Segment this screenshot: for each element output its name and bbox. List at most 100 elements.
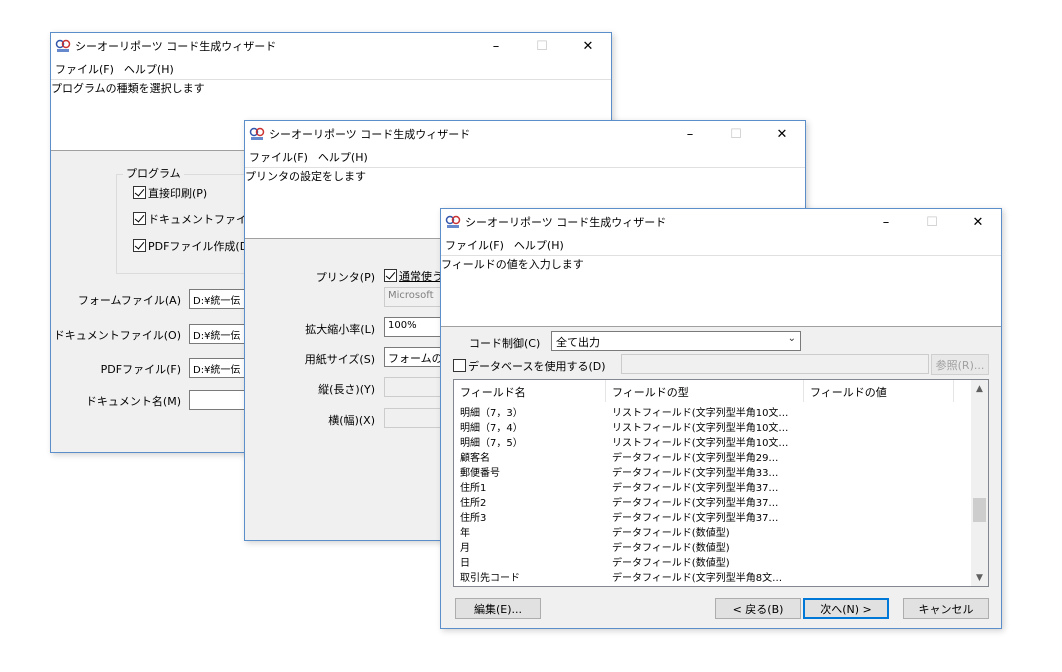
scroll-down-icon[interactable]: ▼ bbox=[971, 569, 988, 586]
maximize-button[interactable]: ☐ bbox=[713, 121, 759, 147]
list-header: フィールド名 フィールドの型 フィールドの値 bbox=[454, 380, 974, 402]
minimize-button[interactable]: – bbox=[473, 33, 519, 59]
menu-help[interactable]: ヘルプ(H) bbox=[318, 149, 368, 165]
list-item[interactable]: 月 データフィールド(数値型) bbox=[454, 539, 954, 554]
window-title: シーオーリポーツ コード生成ウィザード bbox=[75, 40, 277, 53]
step-header: フィールドの値を入力します bbox=[441, 255, 1001, 327]
field-name-cell: 住所2 bbox=[460, 498, 487, 509]
field-name-cell: 住所3 bbox=[460, 513, 487, 524]
scroll-up-icon[interactable]: ▲ bbox=[971, 380, 988, 397]
maximize-button[interactable]: ☐ bbox=[519, 33, 565, 59]
field-name-cell: 明細（7，3） bbox=[460, 408, 523, 419]
field-value-cell bbox=[804, 554, 954, 569]
chevron-down-icon: ⌄ bbox=[787, 333, 796, 344]
menu-file[interactable]: ファイル(F) bbox=[55, 61, 114, 77]
close-button[interactable]: ✕ bbox=[759, 121, 805, 147]
cancel-button[interactable]: キャンセル bbox=[903, 598, 989, 619]
menu-file[interactable]: ファイル(F) bbox=[249, 149, 308, 165]
field-list[interactable]: フィールド名 フィールドの型 フィールドの値 明細（7，3） リストフィールド(文… bbox=[453, 379, 989, 587]
list-item[interactable]: 郵便番号 データフィールド(文字列型半角33… bbox=[454, 464, 954, 479]
column-header-value[interactable]: フィールドの値 bbox=[804, 380, 954, 402]
field-name-cell: 顧客名 bbox=[460, 453, 490, 464]
field-type-cell: データフィールド(文字列型半角37… bbox=[612, 513, 779, 524]
database-path-input[interactable] bbox=[621, 354, 929, 374]
field-type-cell: データフィールド(数値型) bbox=[612, 558, 730, 569]
field-type-cell: データフィールド(文字列型半角33… bbox=[612, 468, 779, 479]
field-value-cell bbox=[804, 569, 954, 584]
height-label: 縦(長さ)(Y) bbox=[318, 383, 375, 396]
column-header-name[interactable]: フィールド名 bbox=[454, 380, 606, 402]
field-name-cell: 明細（7，5） bbox=[460, 438, 523, 449]
checkbox-icon bbox=[133, 239, 146, 252]
list-item[interactable]: 住所1 データフィールド(文字列型半角37… bbox=[454, 479, 954, 494]
menu-bar: ファイル(F) ヘルプ(H) bbox=[51, 59, 611, 79]
pdf-file-label: PDFファイル(F) bbox=[100, 363, 181, 376]
window-title: シーオーリポーツ コード生成ウィザード bbox=[269, 128, 471, 141]
list-item[interactable]: 年 データフィールド(数値型) bbox=[454, 524, 954, 539]
minimize-button[interactable]: – bbox=[863, 209, 909, 235]
field-type-cell: リストフィールド(文字列型半角10文… bbox=[612, 423, 789, 434]
list-item[interactable]: 取引先コード データフィールド(文字列型半角8文… bbox=[454, 569, 954, 584]
back-button[interactable]: < 戻る(B) bbox=[715, 598, 801, 619]
column-header-type[interactable]: フィールドの型 bbox=[606, 380, 804, 402]
document-file-label: ドキュメントファイル(O) bbox=[53, 329, 181, 342]
zoom-label: 拡大縮小率(L) bbox=[305, 323, 375, 336]
close-button[interactable]: ✕ bbox=[565, 33, 611, 59]
list-item[interactable]: 明細（7，5） リストフィールド(文字列型半角10文… bbox=[454, 434, 954, 449]
document-name-label: ドキュメント名(M) bbox=[85, 395, 181, 408]
direct-print-checkbox[interactable]: 直接印刷(P) bbox=[133, 185, 207, 201]
document-file-checkbox[interactable]: ドキュメントファイル bbox=[133, 211, 258, 227]
field-type-cell: リストフィールド(文字列型半角10文… bbox=[612, 438, 789, 449]
step-description: フィールドの値を入力します bbox=[441, 258, 584, 271]
menu-help[interactable]: ヘルプ(H) bbox=[514, 237, 564, 253]
minimize-button[interactable]: – bbox=[667, 121, 713, 147]
checkbox-icon bbox=[133, 186, 146, 199]
step-description: プログラムの種類を選択します bbox=[51, 82, 205, 95]
code-control-select[interactable]: 全て出力 ⌄ bbox=[551, 331, 801, 351]
field-name-cell: 年 bbox=[460, 528, 470, 539]
list-item[interactable]: 日 データフィールド(数値型) bbox=[454, 554, 954, 569]
field-name-cell: 月 bbox=[460, 543, 470, 554]
checkbox-icon bbox=[133, 212, 146, 225]
list-item[interactable]: 住所2 データフィールド(文字列型半角37… bbox=[454, 494, 954, 509]
app-icon bbox=[445, 215, 461, 229]
vertical-scrollbar[interactable]: ▲ ▼ bbox=[971, 380, 988, 586]
default-printer-checkbox[interactable]: 通常使う bbox=[384, 268, 443, 284]
printer-label: プリンタ(P) bbox=[315, 271, 375, 284]
app-icon bbox=[55, 39, 71, 53]
field-type-cell: データフィールド(文字列型半角37… bbox=[612, 498, 779, 509]
next-button[interactable]: 次へ(N) > bbox=[803, 598, 889, 619]
maximize-button[interactable]: ☐ bbox=[909, 209, 955, 235]
edit-button[interactable]: 編集(E)... bbox=[455, 598, 541, 619]
list-item[interactable]: 住所3 データフィールド(文字列型半角37… bbox=[454, 509, 954, 524]
field-name-cell: 明細（7，4） bbox=[460, 423, 523, 434]
field-value-cell bbox=[804, 434, 954, 449]
use-database-checkbox[interactable]: データベースを使用する(D) bbox=[453, 358, 606, 374]
field-value-cell bbox=[804, 419, 954, 434]
field-value-cell bbox=[804, 524, 954, 539]
browse-button[interactable]: 参照(R)... bbox=[931, 354, 989, 375]
close-button[interactable]: ✕ bbox=[955, 209, 1001, 235]
program-group-title: プログラム bbox=[123, 165, 184, 181]
field-name-cell: 取引先コード bbox=[460, 573, 520, 584]
title-bar[interactable]: シーオーリポーツ コード生成ウィザード – ☐ ✕ bbox=[245, 121, 805, 147]
form-file-label: フォームファイル(A) bbox=[77, 294, 181, 307]
field-value-cell bbox=[804, 509, 954, 524]
list-item[interactable]: 明細（7，3） リストフィールド(文字列型半角10文… bbox=[454, 404, 954, 419]
field-name-cell: 日 bbox=[460, 558, 470, 569]
title-bar[interactable]: シーオーリポーツ コード生成ウィザード – ☐ ✕ bbox=[51, 33, 611, 59]
field-name-cell: 郵便番号 bbox=[460, 468, 500, 479]
field-type-cell: データフィールド(文字列型半角29… bbox=[612, 453, 779, 464]
pdf-create-checkbox[interactable]: PDFファイル作成(D bbox=[133, 238, 248, 254]
title-bar[interactable]: シーオーリポーツ コード生成ウィザード – ☐ ✕ bbox=[441, 209, 1001, 235]
list-item[interactable]: 顧客名 データフィールド(文字列型半角29… bbox=[454, 449, 954, 464]
app-icon bbox=[249, 127, 265, 141]
checkbox-icon bbox=[384, 269, 397, 282]
list-item[interactable]: 明細（7，4） リストフィールド(文字列型半角10文… bbox=[454, 419, 954, 434]
width-label: 横(幅)(X) bbox=[328, 414, 375, 427]
menu-help[interactable]: ヘルプ(H) bbox=[124, 61, 174, 77]
field-value-cell bbox=[804, 539, 954, 554]
menu-file[interactable]: ファイル(F) bbox=[445, 237, 504, 253]
scroll-thumb[interactable] bbox=[973, 498, 986, 522]
wizard-window-fields: シーオーリポーツ コード生成ウィザード – ☐ ✕ ファイル(F) ヘルプ(H)… bbox=[440, 208, 1002, 629]
